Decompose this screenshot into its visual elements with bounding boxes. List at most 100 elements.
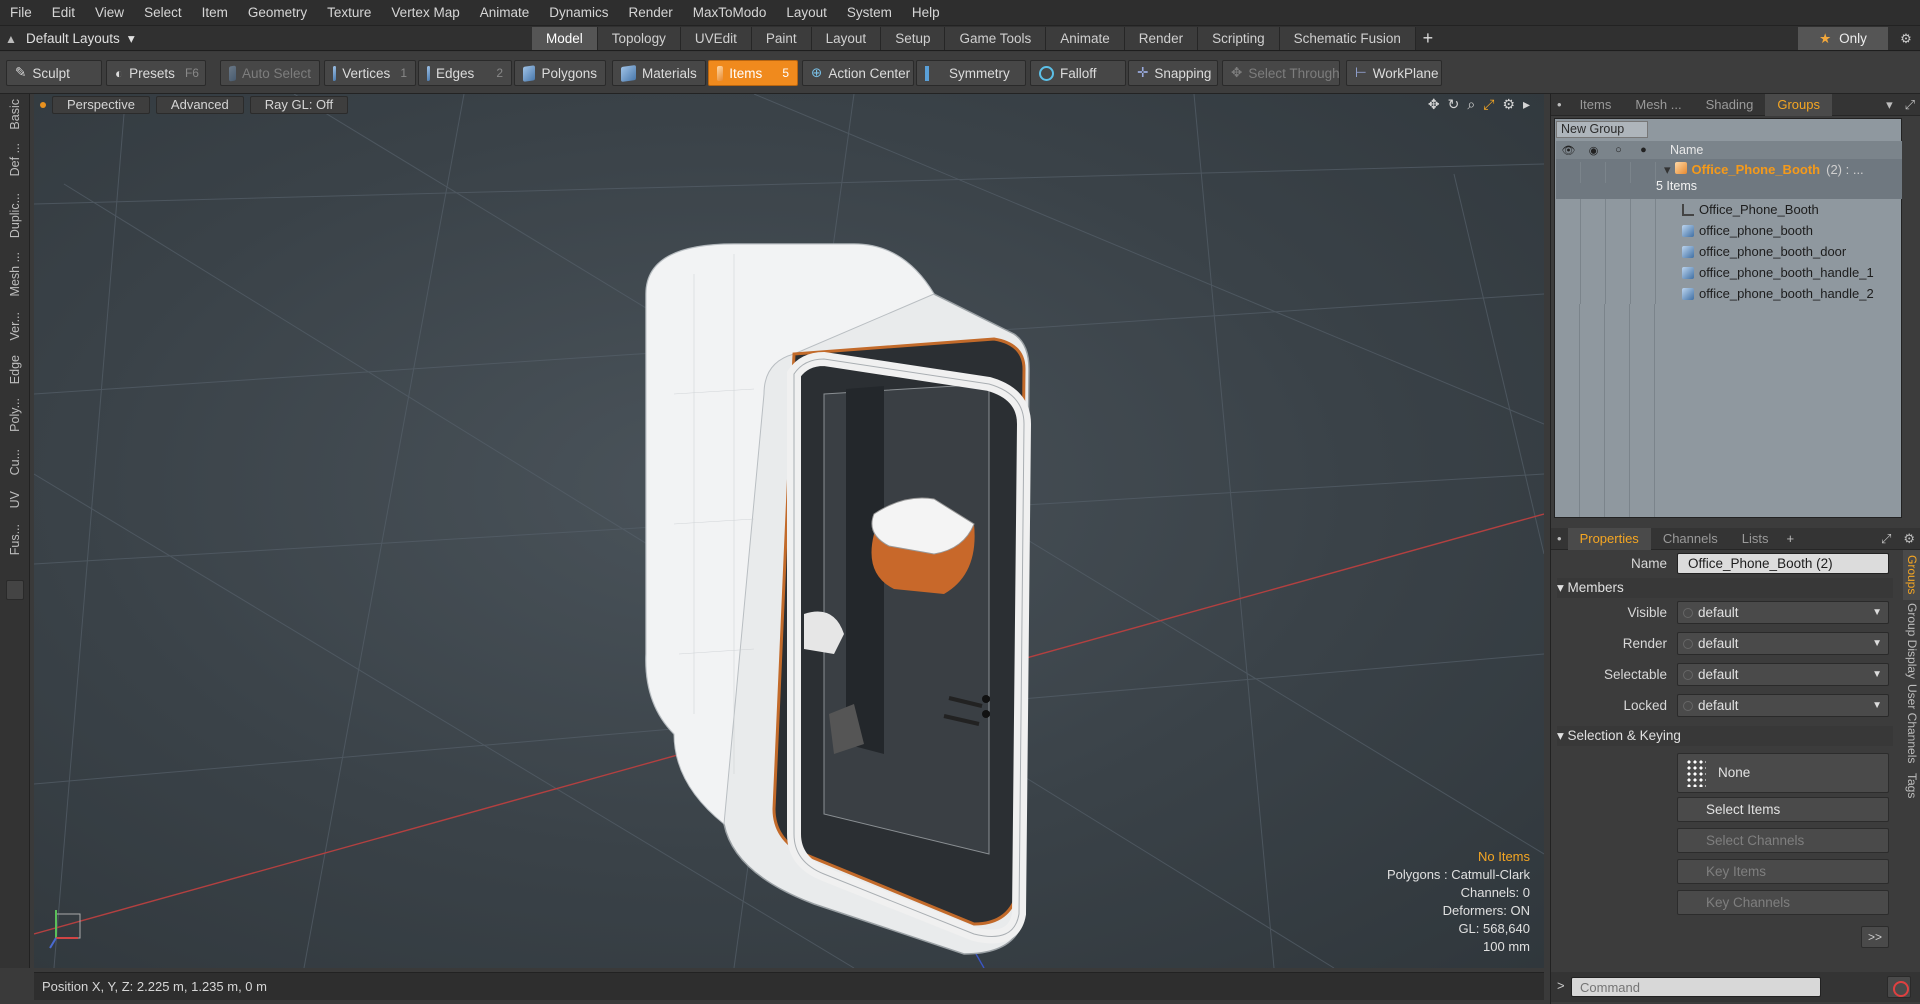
menu-dynamics[interactable]: Dynamics — [539, 0, 618, 26]
menu-system[interactable]: System — [837, 0, 902, 26]
edges-button[interactable]: Edges 2 — [418, 60, 512, 86]
left-tab-basic[interactable]: Basic — [2, 96, 28, 132]
key-channels-button[interactable]: Key Channels — [1677, 890, 1889, 915]
side-tab-groups[interactable]: Groups — [1903, 550, 1920, 600]
left-tab-uv[interactable]: UV — [2, 486, 28, 514]
left-tab-mesh[interactable]: Mesh ... — [2, 248, 28, 300]
new-group-button[interactable]: New Group — [1556, 121, 1648, 138]
more-button[interactable]: >> — [1861, 926, 1889, 948]
panel-gear-icon[interactable]: ⚙ — [1897, 531, 1920, 547]
panel-dot-icon[interactable]: • — [1551, 97, 1568, 112]
side-tab-group-display[interactable]: Group Display — [1903, 602, 1920, 680]
collapse-icon[interactable]: ▾ — [1664, 162, 1671, 178]
tab-properties[interactable]: Properties — [1567, 527, 1651, 550]
record-icon[interactable] — [1887, 976, 1911, 998]
tab-channels[interactable]: Channels — [1651, 528, 1730, 550]
layout-selector[interactable]: ▲ Default Layouts ▾ — [4, 26, 135, 51]
tab-shading[interactable]: Shading — [1694, 94, 1766, 116]
zoom-icon[interactable]: ⌕ — [1467, 96, 1475, 114]
menu-vertex-map[interactable]: Vertex Map — [381, 0, 469, 26]
panel-dot-icon[interactable]: • — [1551, 531, 1568, 546]
group-name-field[interactable]: Office_Phone_Booth (2) — [1677, 553, 1889, 574]
select-channels-button[interactable]: Select Channels — [1677, 828, 1889, 853]
tab-render[interactable]: Render — [1124, 27, 1199, 50]
select-column-icon[interactable]: ● — [1631, 144, 1656, 156]
menu-item[interactable]: Item — [192, 0, 238, 26]
shading-mode-button[interactable]: Advanced — [155, 96, 244, 114]
items-button[interactable]: Items 5 — [708, 60, 798, 86]
left-tab-polygon[interactable]: Poly... — [2, 392, 28, 438]
tab-mesh[interactable]: Mesh ... — [1623, 94, 1693, 116]
polygons-button[interactable]: Polygons — [514, 60, 606, 86]
menu-select[interactable]: Select — [134, 0, 192, 26]
left-tabs-expand-button[interactable] — [6, 580, 24, 600]
sculpt-button[interactable]: ✎ Sculpt — [6, 60, 102, 86]
locked-dropdown[interactable]: default ▼ — [1677, 694, 1889, 717]
command-input[interactable] — [1571, 977, 1821, 997]
tab-model[interactable]: Model — [532, 27, 598, 50]
tree-item-mesh[interactable]: office_phone_booth — [1556, 220, 1902, 241]
visibility-column-icon[interactable]: 👁 — [1556, 144, 1581, 157]
falloff-button[interactable]: Falloff — [1030, 60, 1126, 86]
left-tab-vertex[interactable]: Ver... — [2, 304, 28, 348]
vertices-button[interactable]: Vertices 1 — [324, 60, 416, 86]
menu-render[interactable]: Render — [619, 0, 683, 26]
left-tab-deform[interactable]: Def ... — [2, 136, 28, 184]
menu-layout[interactable]: Layout — [776, 0, 837, 26]
maximize-icon[interactable]: ⤢ — [1483, 96, 1494, 114]
menu-maxtomodo[interactable]: MaxToModo — [683, 0, 777, 26]
tree-item-door[interactable]: office_phone_booth_door — [1556, 241, 1902, 262]
gear-icon[interactable]: ⚙ — [1896, 27, 1916, 50]
view-type-button[interactable]: Perspective — [52, 96, 150, 114]
expand-icon[interactable]: ⤢ — [1899, 97, 1920, 113]
snapping-button[interactable]: ✛ Snapping — [1128, 60, 1218, 86]
tab-scripting[interactable]: Scripting — [1198, 27, 1280, 50]
tab-schematic-fusion[interactable]: Schematic Fusion — [1279, 27, 1416, 50]
tab-topology[interactable]: Topology — [597, 27, 681, 50]
tab-setup[interactable]: Setup — [881, 27, 946, 50]
tree-item-handle-2[interactable]: office_phone_booth_handle_2 — [1556, 283, 1902, 304]
tab-items[interactable]: Items — [1568, 94, 1624, 116]
render-dropdown[interactable]: default ▼ — [1677, 632, 1889, 655]
side-tab-user-channels[interactable]: User Channels — [1903, 682, 1920, 766]
menu-texture[interactable]: Texture — [317, 0, 381, 26]
tab-paint[interactable]: Paint — [751, 27, 812, 50]
menu-edit[interactable]: Edit — [42, 0, 85, 26]
tab-game-tools[interactable]: Game Tools — [945, 27, 1047, 50]
selectable-dropdown[interactable]: default ▼ — [1677, 663, 1889, 686]
visible-dropdown[interactable]: default ▼ — [1677, 601, 1889, 624]
left-tab-edge[interactable]: Edge — [2, 352, 28, 388]
left-tab-fusion[interactable]: Fus... — [2, 518, 28, 562]
left-tab-duplicate[interactable]: Duplic... — [2, 188, 28, 244]
menu-geometry[interactable]: Geometry — [238, 0, 317, 26]
pin-icon[interactable]: ▲ — [4, 32, 18, 46]
rotate-icon[interactable]: ↻ — [1448, 96, 1460, 114]
tree-item-handle-1[interactable]: office_phone_booth_handle_1 — [1556, 262, 1902, 283]
menu-file[interactable]: File — [0, 0, 42, 26]
side-tab-tags[interactable]: Tags — [1903, 768, 1920, 804]
3d-viewport[interactable]: Perspective Advanced Ray GL: Off ✥ ↻ ⌕ ⤢… — [34, 94, 1544, 968]
none-button[interactable]: None — [1677, 753, 1889, 793]
presets-button[interactable]: ◐ Presets F6 — [106, 60, 206, 86]
pan-icon[interactable]: ✥ — [1428, 96, 1440, 114]
phone-booth-model[interactable] — [645, 243, 1032, 955]
tab-lists[interactable]: Lists — [1730, 528, 1781, 550]
expand-icon[interactable]: ⤢ — [1875, 531, 1897, 547]
only-button[interactable]: ★ Only — [1798, 27, 1888, 50]
lock-column-icon[interactable]: ○ — [1606, 144, 1631, 156]
tab-groups[interactable]: Groups — [1765, 93, 1832, 116]
tab-layout[interactable]: Layout — [811, 27, 882, 50]
group-row-office-phone-booth[interactable]: ▾ Office_Phone_Booth (2) : ... — [1556, 159, 1902, 199]
menu-help[interactable]: Help — [902, 0, 950, 26]
raygl-button[interactable]: Ray GL: Off — [249, 96, 349, 114]
select-items-button[interactable]: Select Items — [1677, 797, 1889, 822]
viewport-menu-dot[interactable] — [40, 102, 46, 108]
play-icon[interactable]: ▸ — [1523, 96, 1530, 114]
add-tab-icon[interactable]: + — [1416, 27, 1440, 50]
workplane-button[interactable]: ⊢ WorkPlane — [1346, 60, 1442, 86]
members-section-header[interactable]: ▾ Members — [1557, 578, 1893, 598]
menu-view[interactable]: View — [85, 0, 134, 26]
selection-keying-section-header[interactable]: ▾ Selection & Keying — [1557, 726, 1893, 746]
materials-button[interactable]: Materials — [612, 60, 706, 86]
auto-select-button[interactable]: Auto Select — [220, 60, 320, 86]
